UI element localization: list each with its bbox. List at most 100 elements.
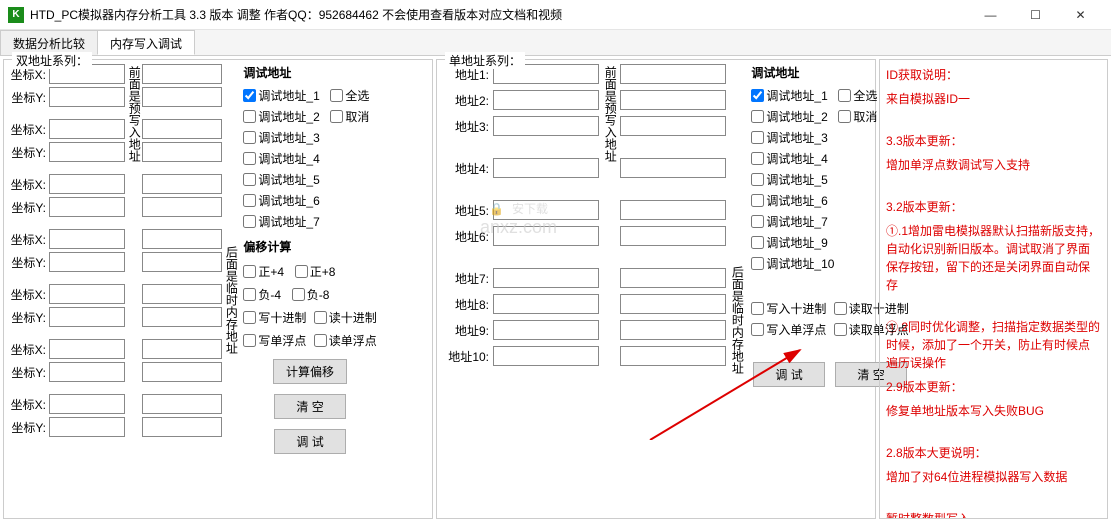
dual-chk-cancel[interactable]: [330, 110, 343, 123]
dual-chk-6[interactable]: [243, 194, 256, 207]
close-button[interactable]: ✕: [1058, 1, 1103, 29]
addr-b6[interactable]: [620, 226, 726, 246]
single-chk-3[interactable]: [751, 131, 764, 144]
chk-write-float[interactable]: [243, 334, 256, 347]
single-debug-button[interactable]: 调 试: [753, 362, 825, 387]
tab-memory-debug[interactable]: 内存写入调试: [97, 30, 195, 55]
info-v32-line2: ①.2同时优化调整，扫描指定数据类型的时候，添加了一个开关，防止有时候点遍历误操…: [886, 318, 1101, 372]
single-chk-cancel[interactable]: [838, 110, 851, 123]
dual-b3[interactable]: [142, 119, 222, 139]
addr-b1[interactable]: [620, 64, 726, 84]
info-v32-title: 3.2版本更新：: [886, 198, 1101, 216]
addr-b7[interactable]: [620, 268, 726, 288]
info-v33-title: 3.3版本更新：: [886, 132, 1101, 150]
addr-b3[interactable]: [620, 116, 726, 136]
addr-b9[interactable]: [620, 320, 726, 340]
dual-coord-col-b: [142, 64, 222, 454]
dual-x2[interactable]: [49, 119, 125, 139]
dual-x7[interactable]: [49, 394, 125, 414]
app-icon: K: [8, 7, 24, 23]
minimize-button[interactable]: —: [968, 1, 1013, 29]
dual-chk-1[interactable]: [243, 89, 256, 102]
dual-x5[interactable]: [49, 284, 125, 304]
chk-pos4[interactable]: [243, 265, 256, 278]
single-chk-2[interactable]: [751, 110, 764, 123]
chk-neg4[interactable]: [243, 288, 256, 301]
dual-y4[interactable]: [49, 252, 125, 272]
single-chk-6[interactable]: [751, 194, 764, 207]
chk-read-dec[interactable]: [314, 311, 327, 324]
dual-x4[interactable]: [49, 229, 125, 249]
dual-pre-vlabel: 前面是预写入地址: [127, 64, 140, 454]
dual-chk-3[interactable]: [243, 131, 256, 144]
info-v29-title: 2.9版本更新：: [886, 378, 1101, 396]
single-pre-vlabel: 前面是预写入地址: [603, 64, 616, 387]
addr-3[interactable]: [493, 116, 599, 136]
dual-b6[interactable]: [142, 197, 222, 217]
info-int-line: 暂时整数型写入: [886, 510, 1101, 519]
addr-5[interactable]: [493, 200, 599, 220]
addr-9[interactable]: [493, 320, 599, 340]
single-chk-7[interactable]: [751, 215, 764, 228]
addr-7[interactable]: [493, 268, 599, 288]
dual-x3[interactable]: [49, 174, 125, 194]
addr-6[interactable]: [493, 226, 599, 246]
dual-y7[interactable]: [49, 417, 125, 437]
dual-chk-7[interactable]: [243, 215, 256, 228]
dual-coord-col-a: 坐标X: 坐标Y: 坐标X: 坐标Y: 坐标X: 坐标Y: 坐标X: 坐标Y: …: [10, 64, 125, 454]
single-read-dec[interactable]: [834, 302, 847, 315]
dual-b13[interactable]: [142, 394, 222, 414]
dual-y5[interactable]: [49, 307, 125, 327]
chk-write-dec[interactable]: [243, 311, 256, 324]
dual-b9[interactable]: [142, 284, 222, 304]
info-v32-line1: ①.1增加雷电模拟器默认扫描新版支持，自动化识别新旧版本。调试取消了界面保存按钮…: [886, 222, 1101, 294]
dual-b10[interactable]: [142, 307, 222, 327]
addr-4[interactable]: [493, 158, 599, 178]
single-read-float[interactable]: [834, 323, 847, 336]
single-chk-4[interactable]: [751, 152, 764, 165]
addr-8[interactable]: [493, 294, 599, 314]
single-chk-1[interactable]: [751, 89, 764, 102]
addr-2[interactable]: [493, 90, 599, 110]
addr-b8[interactable]: [620, 294, 726, 314]
dual-y3[interactable]: [49, 197, 125, 217]
dual-chk-all[interactable]: [330, 89, 343, 102]
single-chk-all[interactable]: [838, 89, 851, 102]
chk-neg8[interactable]: [292, 288, 305, 301]
dual-b12[interactable]: [142, 362, 222, 382]
dual-b2[interactable]: [142, 87, 222, 107]
calc-offset-button[interactable]: 计算偏移: [273, 359, 347, 384]
maximize-button[interactable]: ☐: [1013, 1, 1058, 29]
dual-chk-4[interactable]: [243, 152, 256, 165]
addr-10[interactable]: [493, 346, 599, 366]
dual-b14[interactable]: [142, 417, 222, 437]
dual-y1[interactable]: [49, 87, 125, 107]
single-chk-5[interactable]: [751, 173, 764, 186]
dual-b7[interactable]: [142, 229, 222, 249]
addr-b2[interactable]: [620, 90, 726, 110]
single-chk-10[interactable]: [751, 257, 764, 270]
dual-b8[interactable]: [142, 252, 222, 272]
single-post-vlabel: 后面是临时内存地址: [730, 264, 743, 387]
dual-debug-button[interactable]: 调 试: [274, 429, 346, 454]
chk-read-float[interactable]: [314, 334, 327, 347]
dual-y6[interactable]: [49, 362, 125, 382]
addr-b4[interactable]: [620, 158, 726, 178]
dual-x6[interactable]: [49, 339, 125, 359]
dual-b11[interactable]: [142, 339, 222, 359]
chk-pos8[interactable]: [295, 265, 308, 278]
info-id-title: ID获取说明：: [886, 66, 1101, 84]
dual-clear-button[interactable]: 清 空: [274, 394, 346, 419]
single-panel-title: 单地址系列：: [445, 52, 525, 69]
dual-b5[interactable]: [142, 174, 222, 194]
addr-b5[interactable]: [620, 200, 726, 220]
dual-b4[interactable]: [142, 142, 222, 162]
dual-y2[interactable]: [49, 142, 125, 162]
single-chk-9[interactable]: [751, 236, 764, 249]
dual-chk-2[interactable]: [243, 110, 256, 123]
dual-b1[interactable]: [142, 64, 222, 84]
single-write-float[interactable]: [751, 323, 764, 336]
single-write-dec[interactable]: [751, 302, 764, 315]
addr-b10[interactable]: [620, 346, 726, 366]
dual-chk-5[interactable]: [243, 173, 256, 186]
